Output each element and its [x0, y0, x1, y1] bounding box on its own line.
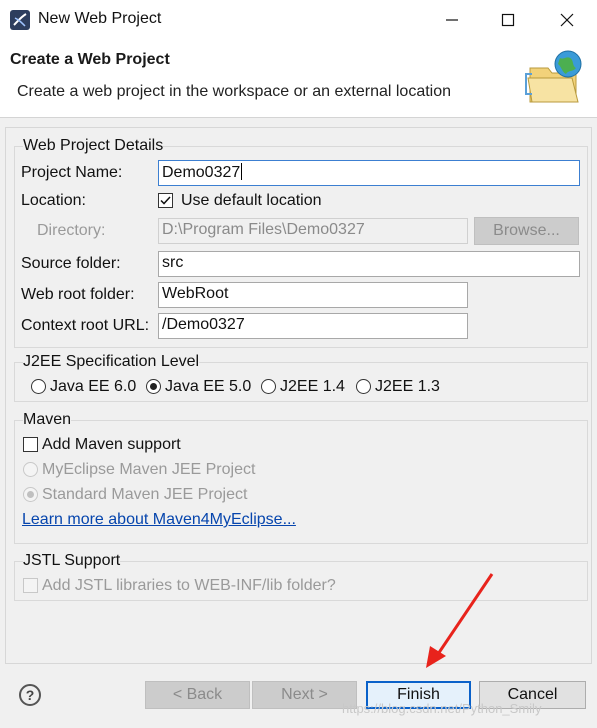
context-root-url-label: Context root URL: — [21, 317, 150, 334]
standard-maven-label: Standard Maven JEE Project — [42, 486, 248, 503]
directory-input[interactable]: D:\Program Files\Demo0327 — [158, 218, 468, 244]
group-title: J2EE Specification Level — [23, 353, 200, 371]
page-description: Create a web project in the workspace or… — [17, 83, 452, 100]
minimize-icon — [446, 19, 458, 21]
radio-standard-maven[interactable] — [23, 487, 38, 502]
browse-button[interactable]: Browse... — [474, 217, 579, 245]
close-icon — [560, 13, 574, 27]
use-default-location-label: Use default location — [181, 192, 322, 209]
red-annotation-arrow — [426, 573, 494, 668]
project-name-input[interactable]: Demo0327 — [158, 160, 580, 186]
web-folder-globe-icon — [525, 50, 582, 103]
java-ee-5-label: Java EE 5.0 — [165, 378, 252, 395]
radio-java-ee-5[interactable] — [146, 379, 161, 394]
checkmark-icon — [160, 196, 171, 205]
wizard-content: Web Project Details Project Name: Demo03… — [0, 119, 597, 728]
context-root-url-value: /Demo0327 — [162, 316, 245, 333]
web-root-folder-value: WebRoot — [162, 285, 229, 302]
add-maven-support-label: Add Maven support — [42, 436, 181, 453]
radio-selected-dot — [150, 383, 157, 390]
group-title: Web Project Details — [23, 137, 164, 155]
add-jstl-label: Add JSTL libraries to WEB-INF/lib folder… — [42, 577, 336, 594]
web-root-folder-label: Web root folder: — [21, 286, 135, 303]
maximize-button[interactable] — [494, 6, 522, 34]
close-button[interactable] — [553, 6, 581, 34]
directory-value: D:\Program Files\Demo0327 — [162, 221, 365, 238]
title-bar: New Web Project — [0, 0, 597, 40]
radio-selected-dot — [27, 491, 34, 498]
text-caret — [241, 163, 243, 180]
radio-java-ee-6[interactable] — [31, 379, 46, 394]
source-folder-value: src — [162, 254, 184, 271]
radio-j2ee-1-3[interactable] — [356, 379, 371, 394]
page-title: Create a Web Project — [10, 51, 170, 68]
help-button[interactable]: ? — [19, 684, 41, 706]
source-folder-label: Source folder: — [21, 255, 121, 272]
minimize-button[interactable] — [438, 6, 466, 34]
directory-label: Directory: — [37, 222, 106, 239]
project-name-value: Demo0327 — [162, 164, 241, 181]
learn-more-maven-link[interactable]: Learn more about Maven4MyEclipse... — [22, 511, 296, 529]
use-default-location-checkbox[interactable] — [158, 193, 173, 208]
myeclipse-app-icon — [10, 10, 30, 30]
j2ee-1-3-label: J2EE 1.3 — [375, 378, 440, 395]
context-root-url-input[interactable]: /Demo0327 — [158, 313, 468, 339]
myeclipse-maven-label: MyEclipse Maven JEE Project — [42, 461, 256, 478]
source-folder-input[interactable]: src — [158, 251, 580, 277]
group-title: Maven — [23, 411, 72, 429]
project-panel: Web Project Details Project Name: Demo03… — [5, 127, 592, 664]
maximize-icon — [501, 13, 515, 27]
radio-j2ee-1-4[interactable] — [261, 379, 276, 394]
project-name-label: Project Name: — [21, 164, 123, 181]
add-jstl-checkbox[interactable] — [23, 578, 38, 593]
wizard-header: Create a Web Project Create a web projec… — [0, 40, 597, 118]
window-title: New Web Project — [38, 10, 162, 27]
add-maven-support-checkbox[interactable] — [23, 437, 38, 452]
j2ee-1-4-label: J2EE 1.4 — [280, 378, 345, 395]
group-title: JSTL Support — [23, 552, 121, 570]
back-button[interactable]: < Back — [145, 681, 250, 709]
watermark-text: https://blog.csdn.net/Python_Smily — [342, 701, 542, 716]
question-mark-icon: ? — [25, 687, 35, 703]
location-label: Location: — [21, 192, 86, 209]
web-root-folder-input[interactable]: WebRoot — [158, 282, 468, 308]
radio-myeclipse-maven[interactable] — [23, 462, 38, 477]
java-ee-6-label: Java EE 6.0 — [50, 378, 137, 395]
